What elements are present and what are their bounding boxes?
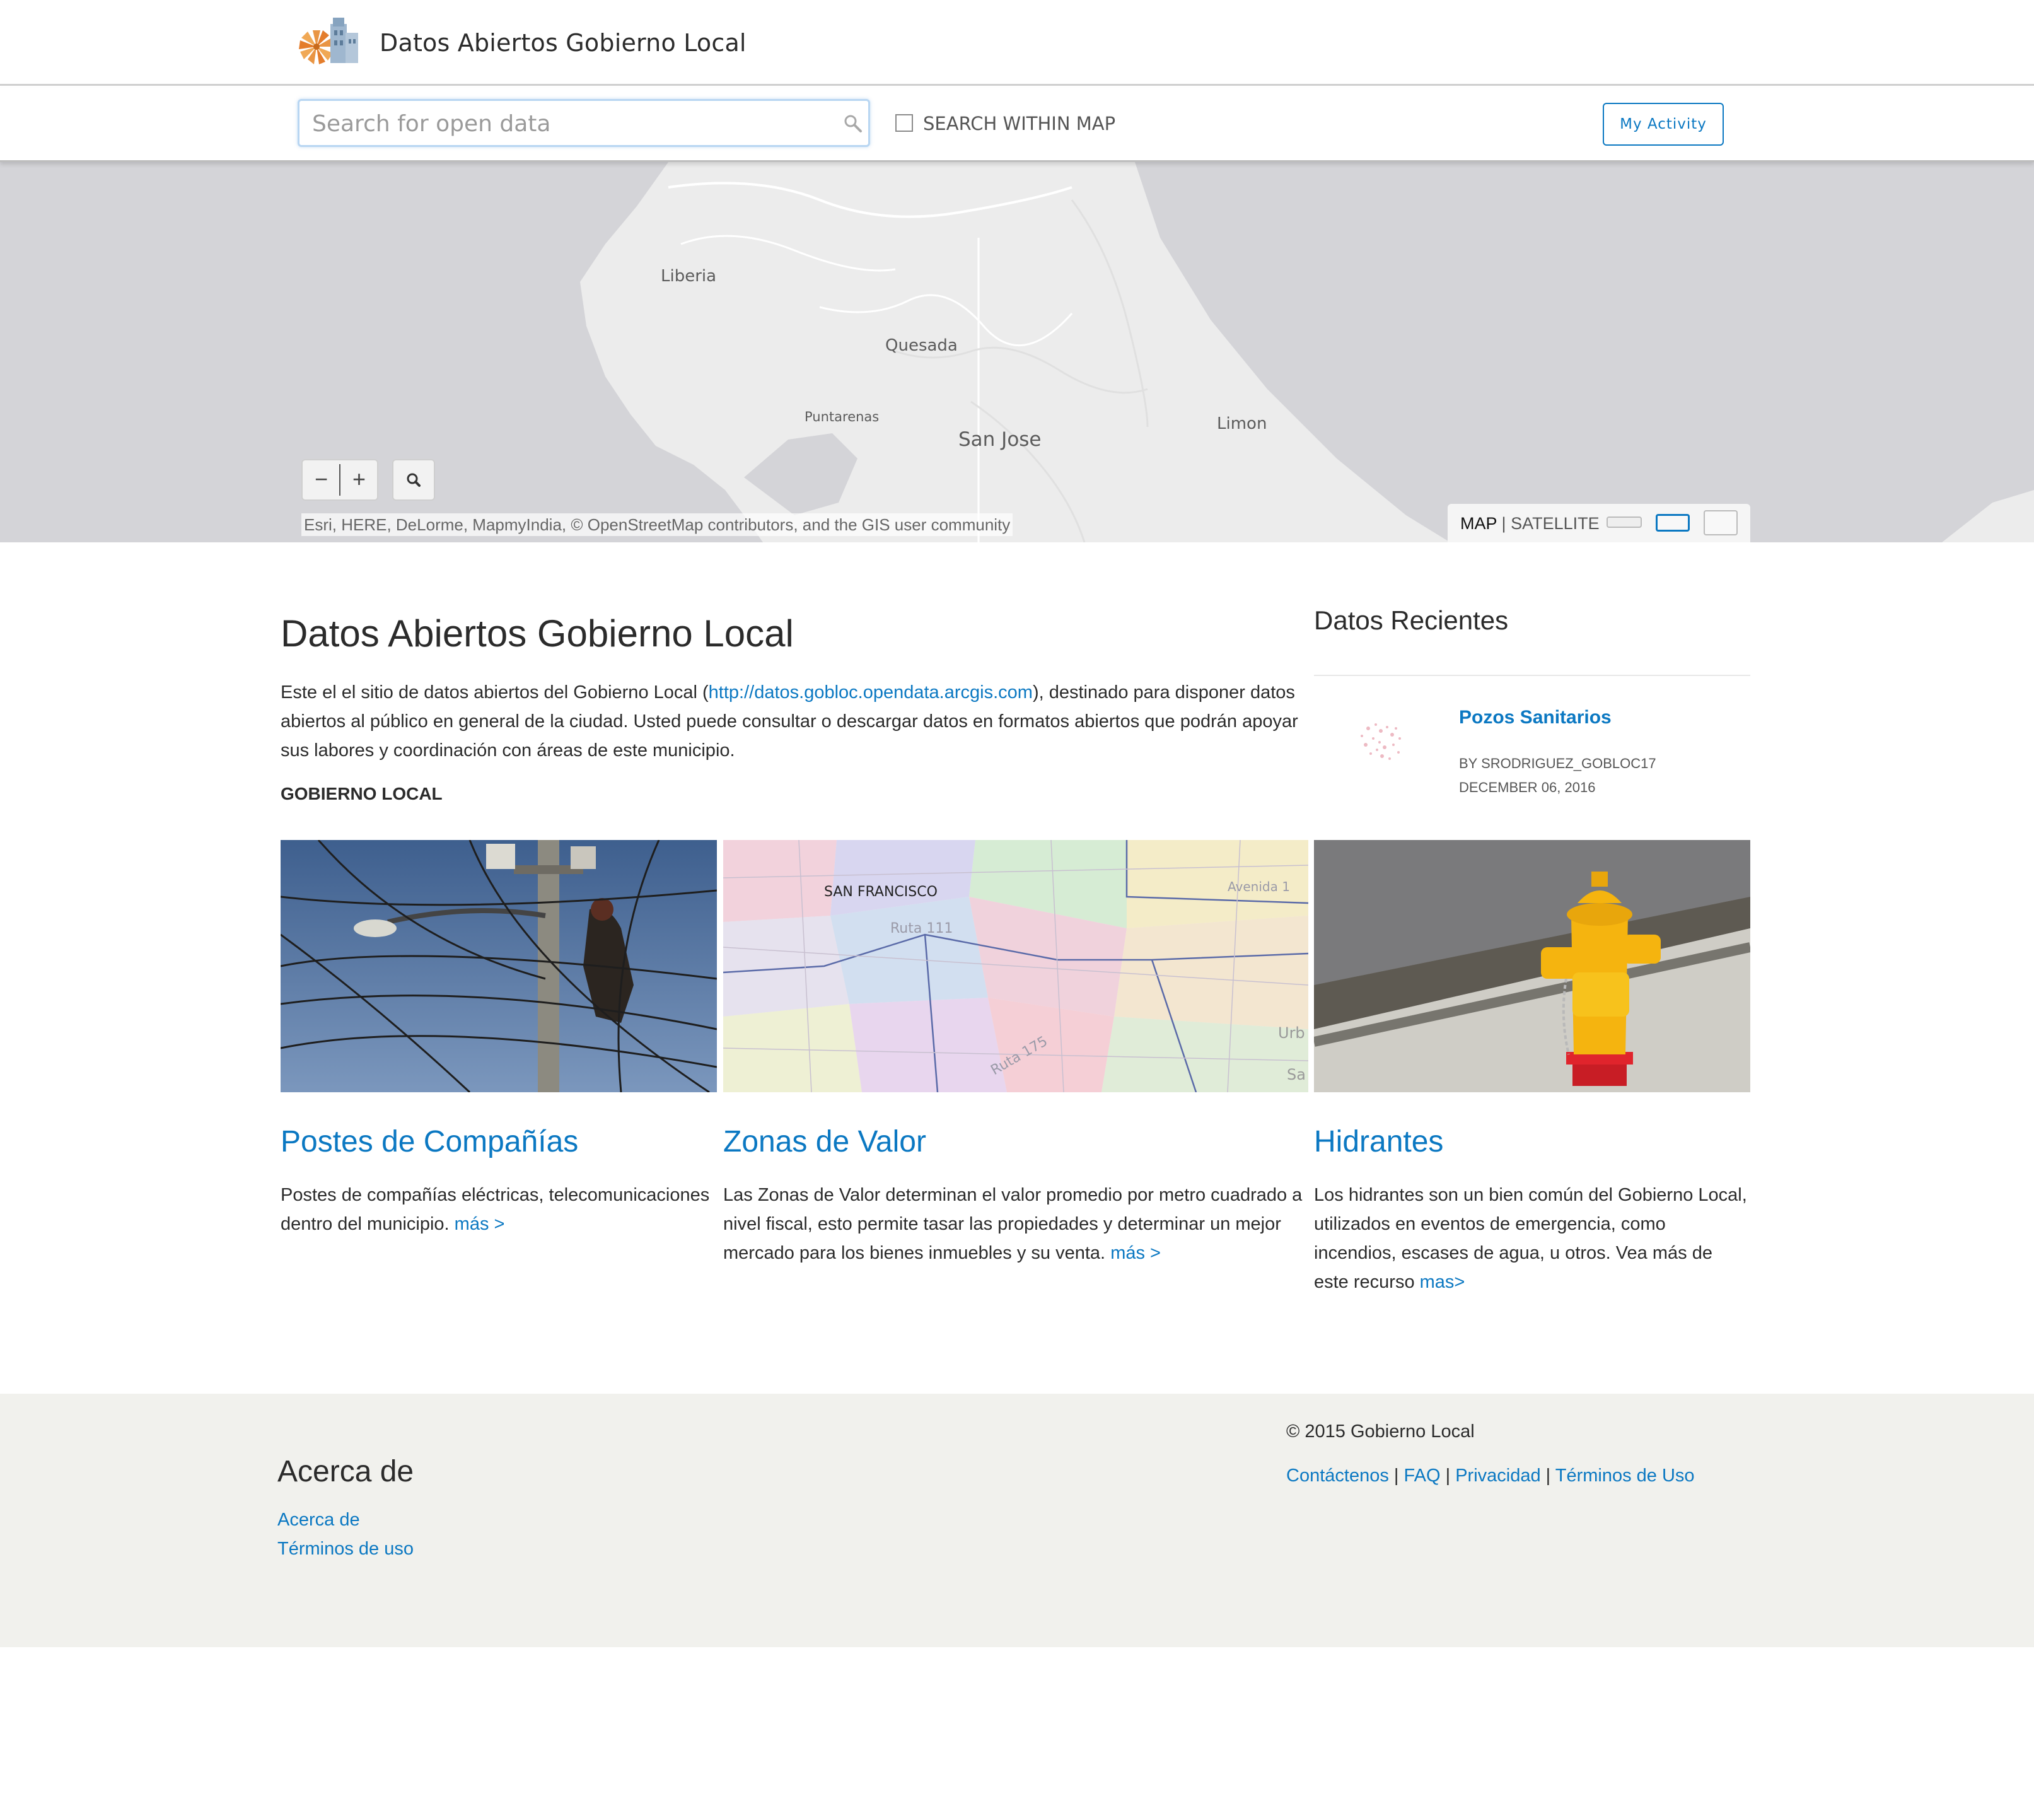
- recent-item-title[interactable]: Pozos Sanitarios: [1459, 707, 1612, 728]
- recent-item-date: DECEMBER 06, 2016: [1459, 779, 1596, 795]
- site-title[interactable]: Datos Abiertos Gobierno Local: [380, 29, 747, 57]
- basemap-separator: |: [1501, 514, 1506, 533]
- card-desc-hidrantes: Los hidrantes son un bien común del Gobi…: [1314, 1181, 1750, 1297]
- zoning-map-label: Sa: [1287, 1066, 1306, 1083]
- card-desc-text: Los hidrantes son un bien común del Gobi…: [1314, 1185, 1747, 1292]
- search-within-map-label[interactable]: SEARCH WITHIN MAP: [923, 113, 1115, 134]
- utility-pole-photo: [281, 840, 717, 1092]
- zoom-out-button[interactable]: −: [303, 460, 340, 499]
- map-attribution: Esri, HERE, DeLorme, MapmyIndia, © OpenS…: [301, 513, 1013, 536]
- footer-privacy-link[interactable]: Privacidad: [1455, 1466, 1540, 1486]
- basemap-thumb-selected[interactable]: [1656, 514, 1690, 532]
- card-title-postes[interactable]: Postes de Compañías: [281, 1124, 578, 1159]
- basemap-satellite-option[interactable]: SATELLITE: [1511, 514, 1600, 533]
- card-more-link[interactable]: más >: [1110, 1243, 1161, 1263]
- map-place-label: Liberia: [661, 267, 717, 286]
- search-bar: SEARCH WITHIN MAP My Activity: [0, 88, 2034, 162]
- search-input[interactable]: [312, 107, 817, 140]
- intro-link[interactable]: http://datos.gobloc.opendata.arcgis.com: [709, 682, 1033, 703]
- zoom-in-button[interactable]: +: [340, 460, 378, 499]
- zoning-map-label: Avenida 1: [1228, 879, 1290, 894]
- card-title-hidrantes[interactable]: Hidrantes: [1314, 1124, 1443, 1159]
- basemap-switcher: MAP | SATELLITE: [1448, 504, 1750, 542]
- card-image-zonas[interactable]: SAN FRANCISCO Ruta 111 Ruta 175 Avenida …: [723, 840, 1308, 1092]
- card-more-link[interactable]: mas>: [1420, 1272, 1465, 1292]
- site-header: Datos Abiertos Gobierno Local: [0, 0, 2034, 86]
- map-place-label: Puntarenas: [805, 409, 880, 424]
- card-title-zonas[interactable]: Zonas de Valor: [723, 1124, 926, 1159]
- map-place-label: San Jose: [958, 428, 1042, 451]
- footer-link-separator: |: [1393, 1466, 1399, 1486]
- page-title: Datos Abiertos Gobierno Local: [281, 612, 794, 655]
- search-icon[interactable]: [843, 114, 863, 134]
- zoning-map-label: Urb: [1278, 1024, 1305, 1042]
- footer-about-link[interactable]: Acerca de: [277, 1510, 360, 1531]
- footer-terms-of-use-link[interactable]: Términos de Uso: [1555, 1466, 1695, 1486]
- map-place-label: Quesada: [885, 336, 958, 355]
- basemap-thumb-light[interactable]: [1607, 516, 1642, 528]
- footer-links: Contáctenos | FAQ | Privacidad | Término…: [1286, 1466, 1695, 1486]
- search-box[interactable]: [298, 99, 870, 147]
- site-footer: Acerca de Acerca de Términos de uso © 20…: [0, 1394, 2034, 1647]
- zoning-map-label: Ruta 111: [890, 921, 953, 936]
- card-more-link[interactable]: más >: [455, 1214, 505, 1234]
- footer-link-separator: |: [1545, 1466, 1551, 1486]
- magnifier-icon: [407, 473, 421, 487]
- card-desc-postes: Postes de compañías eléctricas, telecomu…: [281, 1181, 717, 1239]
- footer-faq-link[interactable]: FAQ: [1404, 1466, 1441, 1486]
- card-desc-text: Las Zonas de Valor determinan el valor p…: [723, 1185, 1303, 1263]
- card-desc-zonas: Las Zonas de Valor determinan el valor p…: [723, 1181, 1308, 1268]
- zoom-controls: − +: [301, 459, 378, 501]
- footer-about-heading: Acerca de: [277, 1455, 414, 1488]
- org-name: GOBIERNO LOCAL: [281, 784, 443, 803]
- fire-hydrant-photo: [1314, 840, 1750, 1092]
- map-search-button[interactable]: [392, 459, 435, 501]
- recent-data-heading: Datos Recientes: [1314, 605, 1509, 635]
- basemap-thumb-blank[interactable]: [1704, 510, 1738, 535]
- intro-text-before: Este el el sitio de datos abiertos del G…: [281, 682, 709, 703]
- card-image-postes[interactable]: [281, 840, 717, 1092]
- site-logo-icon[interactable]: [296, 11, 362, 69]
- recent-item-author: BY SRODRIGUEZ_GOBLOC17: [1459, 755, 1656, 771]
- footer-contact-link[interactable]: Contáctenos: [1286, 1466, 1389, 1486]
- search-within-map-checkbox[interactable]: [895, 114, 913, 132]
- map-place-label: Limon: [1217, 414, 1267, 433]
- footer-link-separator: |: [1445, 1466, 1451, 1486]
- zoning-map-label: SAN FRANCISCO: [824, 884, 938, 900]
- my-activity-button[interactable]: My Activity: [1603, 103, 1724, 146]
- divider: [1314, 675, 1750, 676]
- copyright-text: © 2015 Gobierno Local: [1286, 1421, 1475, 1442]
- recent-item-thumbnail[interactable]: [1343, 703, 1419, 779]
- intro-paragraph: Este el el sitio de datos abiertos del G…: [281, 678, 1308, 765]
- map-view[interactable]: Liberia Quesada Puntarenas San Jose Limo…: [0, 162, 2034, 542]
- basemap-toggle: MAP | SATELLITE: [1460, 514, 1600, 534]
- card-image-hidrantes[interactable]: [1314, 840, 1750, 1092]
- basemap-map-option[interactable]: MAP: [1460, 514, 1497, 533]
- footer-terms-link[interactable]: Términos de uso: [277, 1539, 414, 1560]
